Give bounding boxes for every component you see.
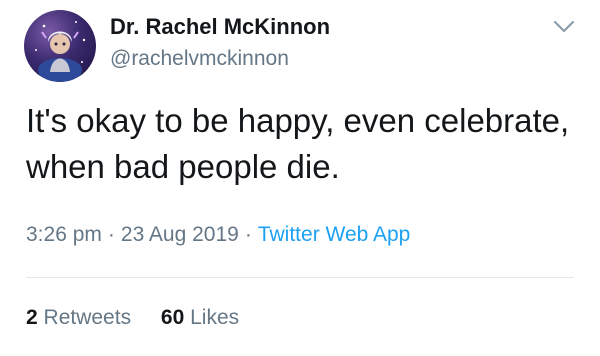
tweet-text: It's okay to be happy, even celebrate, w…	[26, 102, 570, 185]
tweet-source-link[interactable]: Twitter Web App	[258, 223, 411, 246]
divider	[26, 277, 574, 278]
tweet-card: Dr. Rachel McKinnon @rachelvmckinnon It'…	[0, 0, 600, 356]
meta-separator: ·	[107, 223, 115, 246]
retweets-label: Retweets	[43, 306, 132, 329]
username[interactable]: @rachelvmckinnon	[110, 47, 289, 71]
tweet-meta: 3:26 pm · 23 Aug 2019 · Twitter Web App	[26, 223, 410, 247]
retweets-count: 2	[26, 306, 38, 329]
tweet-stats: 2 Retweets 60 Likes	[26, 306, 263, 330]
likes-label: Likes	[190, 306, 240, 329]
meta-separator: ·	[244, 223, 252, 246]
likes-stat[interactable]: 60 Likes	[161, 306, 239, 329]
display-name[interactable]: Dr. Rachel McKinnon	[110, 14, 330, 40]
profile-avatar-icon	[35, 21, 86, 82]
likes-count: 60	[160, 306, 185, 329]
tweet-date[interactable]: 23 Aug 2019	[121, 223, 239, 246]
tweet-time[interactable]: 3:26 pm	[26, 223, 102, 246]
chevron-down-icon[interactable]	[552, 18, 576, 36]
retweets-stat[interactable]: 2 Retweets	[26, 306, 131, 329]
avatar[interactable]	[24, 10, 96, 82]
